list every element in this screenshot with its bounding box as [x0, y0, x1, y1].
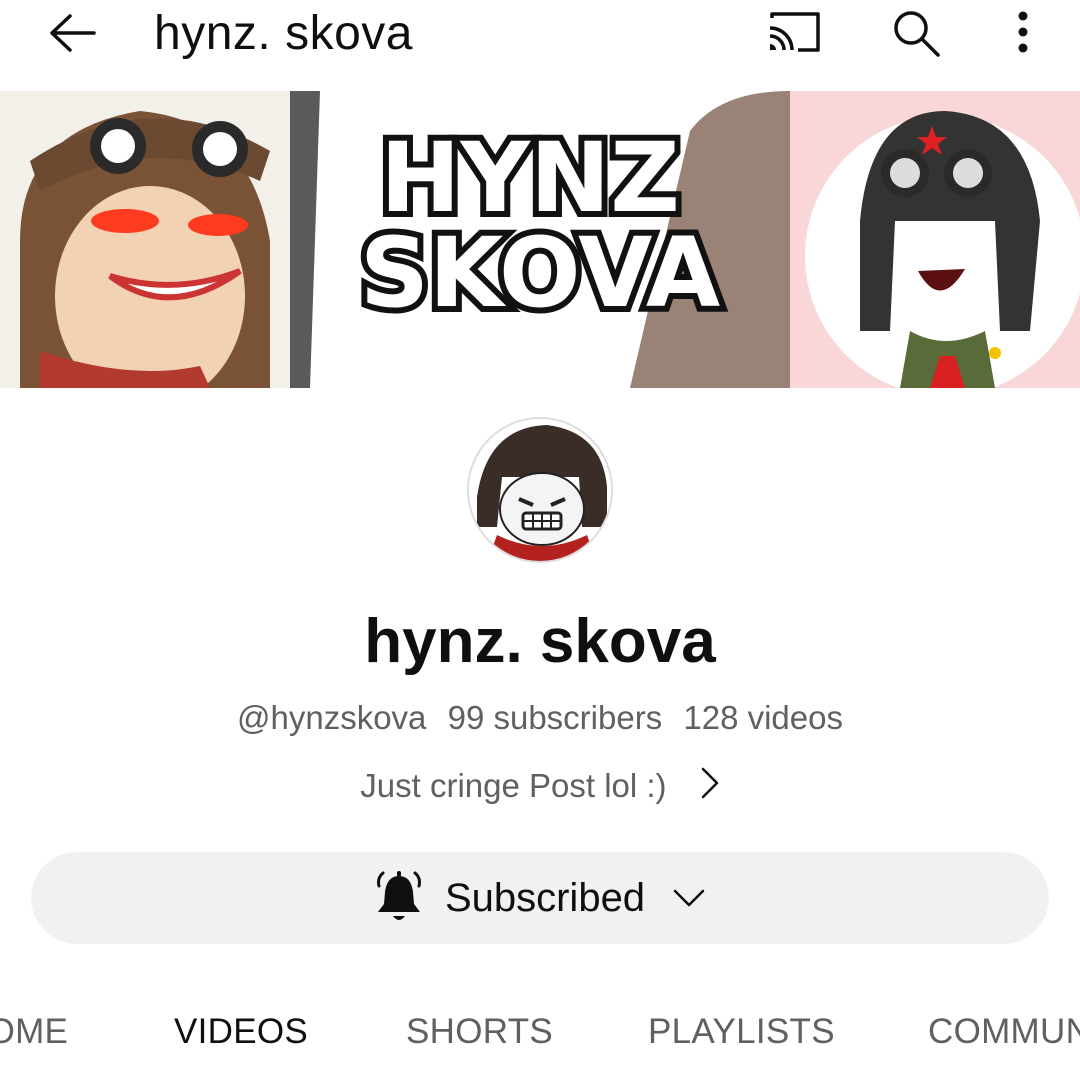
channel-banner: HYNZ SKOVA [0, 91, 1080, 388]
channel-description: Just cringe Post lol :) [360, 767, 667, 804]
tab-playlists[interactable]: PLAYLISTS [648, 1004, 835, 1060]
chevron-down-icon [673, 889, 705, 907]
channel-handle: @hynzskova [237, 699, 427, 736]
channel-name: hynz. skova [364, 607, 716, 676]
top-app-bar: hynz. skova [0, 0, 1080, 90]
channel-tabs: HOME VIDEOS SHORTS PLAYLISTS COMMUNITY [0, 1004, 1080, 1060]
subscribed-button[interactable]: Subscribed [31, 852, 1049, 944]
tab-home[interactable]: HOME [0, 1004, 68, 1060]
chevron-right-icon [700, 766, 720, 811]
tab-shorts[interactable]: SHORTS [406, 1004, 553, 1060]
search-button[interactable] [886, 4, 946, 60]
video-count: 128 videos [683, 699, 843, 736]
tab-videos[interactable]: VIDEOS [174, 1004, 308, 1060]
search-icon [894, 11, 940, 57]
channel-avatar[interactable] [467, 417, 613, 563]
subscribed-label: Subscribed [444, 876, 646, 920]
back-button[interactable] [44, 6, 104, 60]
banner-text-line2: SKOVA [360, 217, 720, 329]
cast-icon [769, 12, 820, 52]
header-title: hynz. skova [154, 7, 413, 60]
tab-community[interactable]: COMMUNITY [928, 1004, 1080, 1060]
subscriber-count: 99 subscribers [447, 699, 663, 736]
arrow-left-icon [50, 14, 96, 52]
cast-button[interactable] [762, 4, 826, 60]
more-options-button[interactable] [1000, 4, 1046, 60]
channel-meta: @hynzskova 99 subscribers 128 videos [0, 696, 1080, 740]
bell-ringing-icon [376, 871, 421, 920]
channel-description-link[interactable]: Just cringe Post lol :) [0, 764, 1080, 811]
more-vertical-icon [1018, 11, 1028, 53]
